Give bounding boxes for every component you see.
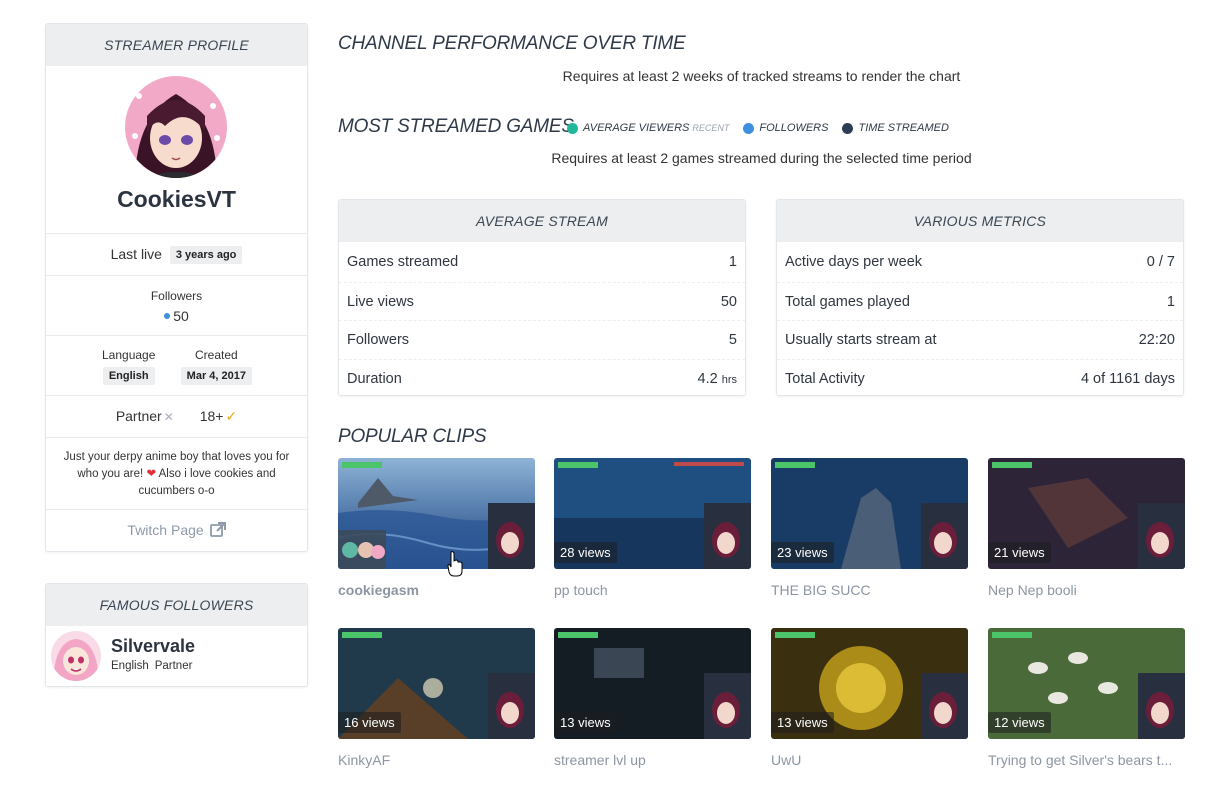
created-label: Created: [194, 348, 238, 362]
clip-title[interactable]: cookiegasm: [338, 582, 535, 598]
clip-title[interactable]: Nep Nep booli: [988, 582, 1185, 598]
legend-item-followers[interactable]: FOLLOWERS: [743, 122, 828, 134]
external-link-icon: [209, 522, 226, 537]
clip-card[interactable]: cookiegasm: [338, 458, 535, 598]
channel-performance-title: CHANNEL PERFORMANCE OVER TIME: [338, 33, 686, 54]
clip-card[interactable]: 16 views KinkyAF: [338, 628, 535, 768]
hand-cursor-icon: [447, 551, 463, 577]
close-icon: ✕: [163, 410, 174, 424]
language-label: Language: [102, 348, 156, 362]
followers-label: Followers: [150, 289, 203, 303]
famous-followers-card: FAMOUS FOLLOWERS Silvervale English Partn…: [45, 583, 308, 687]
language-created-row: Language English Created Mar 4, 2017: [102, 348, 252, 385]
clip-card[interactable]: 21 views Nep Nep booli: [988, 458, 1185, 598]
followers-value: 50: [173, 308, 189, 324]
clip-thumbnail[interactable]: 28 views: [554, 458, 751, 569]
clip-thumbnail[interactable]: [338, 458, 535, 569]
last-live-badge: 3 years ago: [169, 246, 243, 264]
clip-card[interactable]: 12 views Trying to get Silver's bears t.…: [988, 628, 1185, 768]
clip-thumbnail[interactable]: 23 views: [771, 458, 968, 569]
clip-card[interactable]: 28 views pp touch: [554, 458, 751, 598]
metric-row-total-activity: Total Activity 4 of 1161 days: [777, 359, 1183, 397]
various-metrics-header: VARIOUS METRICS: [777, 200, 1183, 242]
streamer-name: CookiesVT: [117, 186, 236, 212]
avatar: [125, 76, 227, 178]
average-stream-header: AVERAGE STREAM: [339, 200, 745, 242]
clip-views: 21 views: [988, 542, 1051, 563]
clip-views: 16 views: [338, 712, 401, 733]
most-streamed-games-title: MOST STREAMED GAMES: [338, 116, 574, 137]
metric-row-total-games: Total games played 1: [777, 282, 1183, 320]
clip-title[interactable]: streamer lvl up: [554, 752, 751, 768]
clip-views: 13 views: [554, 712, 617, 733]
last-live-row: Last live 3 years ago: [46, 246, 307, 264]
famous-followers-header: FAMOUS FOLLOWERS: [46, 584, 307, 626]
stat-row-followers: Followers 5: [339, 320, 745, 358]
clip-thumbnail[interactable]: 16 views: [338, 628, 535, 739]
metric-row-active-days: Active days per week 0 / 7: [785, 254, 1175, 270]
follower-meta: English Partner: [111, 660, 193, 672]
clip-title[interactable]: Trying to get Silver's bears t...: [988, 752, 1185, 768]
clip-views: 23 views: [771, 542, 834, 563]
various-metrics-card: VARIOUS METRICS Active days per week 0 / …: [776, 199, 1184, 396]
performance-note: Requires at least 2 weeks of tracked str…: [562, 68, 961, 84]
clip-title[interactable]: UwU: [771, 752, 968, 768]
average-stream-card: AVERAGE STREAM Games streamed 1 Live view…: [338, 199, 746, 396]
clip-card[interactable]: 13 views UwU: [771, 628, 968, 768]
language-badge: English: [102, 367, 155, 385]
follower-name[interactable]: Silvervale: [111, 636, 195, 657]
clip-thumbnail[interactable]: 13 views: [554, 628, 751, 739]
check-icon: ✓: [225, 408, 238, 424]
clip-views: 13 views: [771, 712, 834, 733]
follower-avatar[interactable]: [51, 631, 101, 681]
streamer-profile-card: STREAMER PROFILE CookiesVT Last live 3 y…: [45, 23, 308, 552]
stat-row-duration: Duration 4.2 hrs: [339, 359, 745, 397]
clip-views: 12 views: [988, 712, 1051, 733]
clip-card[interactable]: 23 views THE BIG SUCC: [771, 458, 968, 598]
followers-stat: Followers 50: [46, 289, 307, 324]
metric-row-start-time: Usually starts stream at 22:20: [777, 320, 1183, 358]
followers-dot-icon: [164, 313, 171, 319]
clip-title[interactable]: THE BIG SUCC: [771, 582, 968, 598]
clip-thumbnail[interactable]: 12 views: [988, 628, 1185, 739]
bio: Just your derpy anime boy that loves you…: [63, 451, 290, 497]
created-badge: Mar 4, 2017: [180, 367, 252, 385]
profile-header: STREAMER PROFILE: [46, 24, 307, 66]
age-label: 18+: [199, 408, 224, 424]
legend-item-average-viewers[interactable]: AVERAGE VIEWERS RECENT: [567, 122, 729, 134]
partner-label: Partner: [115, 408, 162, 424]
stat-row-live-views: Live views 50: [339, 282, 745, 320]
clip-card[interactable]: 13 views streamer lvl up: [554, 628, 751, 768]
twitch-page-link[interactable]: Twitch Page: [46, 522, 307, 538]
clip-views: 28 views: [554, 542, 617, 563]
stat-row-games-streamed: Games streamed 1: [347, 254, 737, 270]
partner-age-row: Partner ✕ 18+ ✓: [46, 408, 307, 425]
clip-thumbnail[interactable]: 13 views: [771, 628, 968, 739]
last-live-label: Last live: [110, 246, 162, 262]
games-note: Requires at least 2 games streamed durin…: [551, 150, 972, 166]
popular-clips-title: POPULAR CLIPS: [338, 426, 487, 447]
legend-item-time-streamed[interactable]: TIME STREAMED: [842, 122, 949, 134]
clip-title[interactable]: pp touch: [554, 582, 751, 598]
games-legend: AVERAGE VIEWERS RECENT FOLLOWERS TIME STR…: [567, 122, 963, 134]
clip-title[interactable]: KinkyAF: [338, 752, 535, 768]
clip-thumbnail[interactable]: 21 views: [988, 458, 1185, 569]
heart-icon: ❤: [146, 468, 157, 480]
